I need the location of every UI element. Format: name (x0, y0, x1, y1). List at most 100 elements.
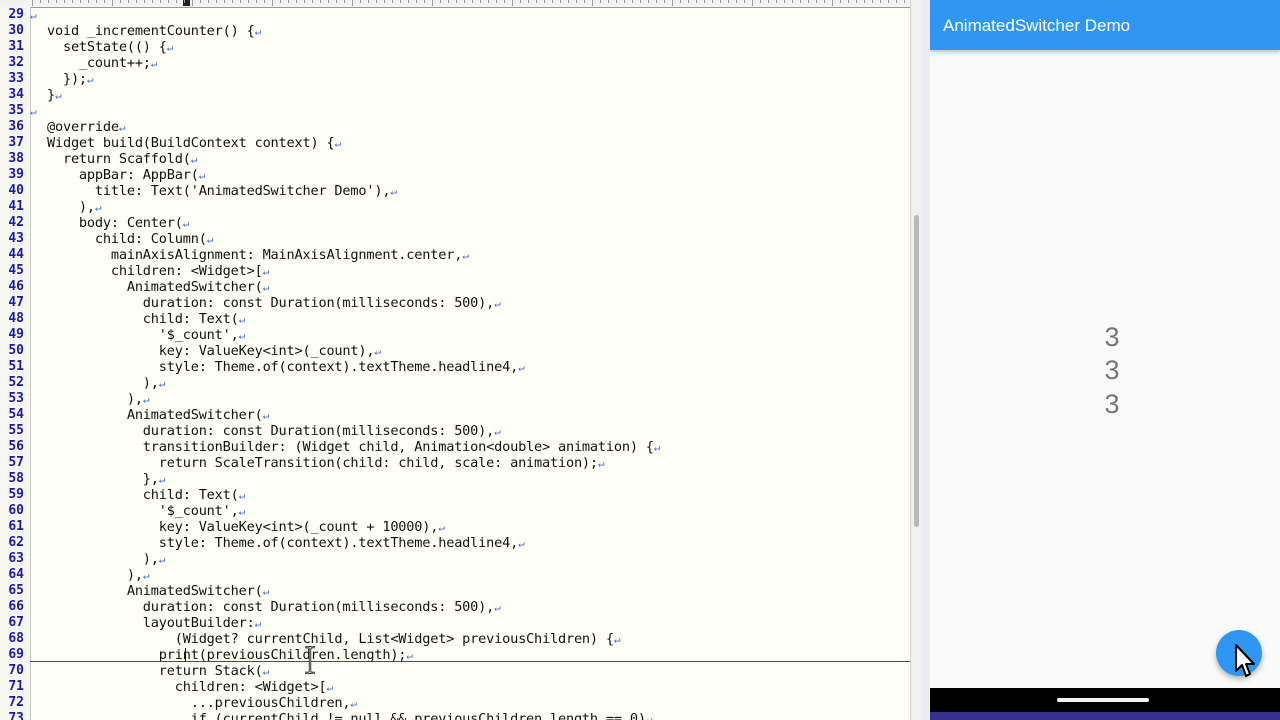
code-text[interactable]: ↵ (30, 7, 37, 24)
code-text[interactable]: ),↵ (47, 567, 150, 584)
code-line[interactable]: 38 return Scaffold(↵ (0, 151, 910, 167)
code-text[interactable]: children: <Widget>[↵ (47, 263, 269, 280)
code-line[interactable]: 65 AnimatedSwitcher(↵ (0, 583, 910, 599)
ruler-tick (272, 0, 273, 6)
code-line[interactable]: 61 key: ValueKey<int>(_count + 10000),↵ (0, 519, 910, 535)
code-text[interactable]: style: Theme.of(context).textTheme.headl… (47, 535, 525, 552)
code-text[interactable]: },↵ (47, 471, 166, 488)
code-text[interactable]: ...previousChildren,↵ (47, 695, 357, 712)
code-text[interactable]: ),↵ (47, 375, 166, 392)
code-text[interactable]: void _incrementCounter() {↵ (47, 23, 261, 40)
code-line[interactable]: 46 AnimatedSwitcher(↵ (0, 279, 910, 295)
code-line[interactable]: 44 mainAxisAlignment: MainAxisAlignment.… (0, 247, 910, 263)
code-line[interactable]: 32 _count++;↵ (0, 55, 910, 71)
code-text[interactable]: }↵ (47, 87, 62, 104)
code-line[interactable]: 42 body: Center(↵ (0, 215, 910, 231)
code-line[interactable]: 67 layoutBuilder:↵ (0, 615, 910, 631)
code-line[interactable]: 35 ↵ (0, 103, 910, 119)
code-text[interactable]: if (currentChild != null && previousChil… (47, 711, 653, 720)
code-editor[interactable]: 29 ↵ 30 void _incrementCounter() {↵ 31 setSt… (0, 0, 922, 720)
ruler-tick (600, 0, 601, 3)
code-text[interactable]: key: ValueKey<int>(_count),↵ (47, 343, 381, 360)
code-line[interactable]: 54 AnimatedSwitcher(↵ (0, 407, 910, 423)
code-text[interactable]: '$_count',↵ (47, 327, 246, 344)
code-text[interactable]: children: <Widget>[↵ (47, 679, 333, 696)
code-line[interactable]: 59 child: Text(↵ (0, 487, 910, 503)
code-line[interactable]: 56 transitionBuilder: (Widget child, Ani… (0, 439, 910, 455)
code-line[interactable]: 60 '$_count',↵ (0, 503, 910, 519)
code-line[interactable]: 57 return ScaleTransition(child: child, … (0, 455, 910, 471)
code-line[interactable]: 30 void _incrementCounter() {↵ (0, 23, 910, 39)
code-text[interactable]: duration: const Duration(milliseconds: 5… (47, 423, 501, 440)
code-text[interactable]: child: Text(↵ (47, 487, 245, 504)
code-text[interactable]: child: Column(↵ (47, 231, 213, 248)
code-text[interactable]: ),↵ (47, 199, 102, 216)
code-text[interactable]: duration: const Duration(milliseconds: 5… (47, 599, 501, 616)
code-text[interactable]: return Scaffold(↵ (47, 151, 197, 168)
code-text[interactable]: body: Center(↵ (47, 215, 189, 232)
editor-vertical-scrollbar[interactable] (910, 0, 922, 720)
scrollbar-thumb[interactable] (914, 215, 919, 527)
code-line[interactable]: 48 child: Text(↵ (0, 311, 910, 327)
ruler-tick (368, 0, 369, 3)
code-text[interactable]: _count++;↵ (47, 55, 158, 72)
code-text[interactable]: return Stack(↵ (47, 663, 269, 680)
code-line[interactable]: 37 Widget build(BuildContext context) {↵ (0, 135, 910, 151)
code-text[interactable]: transitionBuilder: (Widget child, Animat… (47, 439, 661, 456)
code-line[interactable]: 33 });↵ (0, 71, 910, 87)
code-text[interactable]: Widget build(BuildContext context) {↵ (47, 135, 341, 152)
code-text[interactable]: });↵ (47, 71, 94, 88)
code-line[interactable]: 72 ...previousChildren,↵ (0, 695, 910, 711)
code-text[interactable]: (Widget? currentChild, List<Widget> prev… (47, 631, 621, 648)
ruler-tick (400, 0, 401, 3)
code-line[interactable]: 39 appBar: AppBar(↵ (0, 167, 910, 183)
code-line[interactable]: 34}↵ (0, 87, 910, 103)
code-line[interactable]: 40 title: Text('AnimatedSwitcher Demo'),… (0, 183, 910, 199)
code-text[interactable]: ),↵ (47, 551, 166, 568)
code-text[interactable]: setState(() {↵ (47, 39, 173, 56)
code-line[interactable]: 36 @override↵ (0, 119, 910, 135)
code-line[interactable]: 31 setState(() {↵ (0, 39, 910, 55)
code-content: duration: const Duration(milliseconds: 5… (47, 295, 495, 311)
code-text[interactable]: @override↵ (47, 119, 126, 136)
code-line[interactable]: 51 style: Theme.of(context).textTheme.he… (0, 359, 910, 375)
code-line[interactable]: 55 duration: const Duration(milliseconds… (0, 423, 910, 439)
code-line[interactable]: 43 child: Column(↵ (0, 231, 910, 247)
code-text[interactable]: style: Theme.of(context).textTheme.headl… (47, 359, 525, 376)
code-line[interactable]: 63 ),↵ (0, 551, 910, 567)
code-text[interactable]: duration: const Duration(milliseconds: 5… (47, 295, 501, 312)
code-line[interactable]: 66 duration: const Duration(milliseconds… (0, 599, 910, 615)
line-return-marker: ↵ (30, 105, 37, 118)
code-text[interactable]: title: Text('AnimatedSwitcher Demo'),↵ (47, 183, 397, 200)
code-line[interactable]: 62 style: Theme.of(context).textTheme.he… (0, 535, 910, 551)
code-text[interactable]: '$_count',↵ (47, 503, 246, 520)
code-line[interactable]: 29 ↵ (0, 7, 910, 23)
code-line[interactable]: 73 if (currentChild != null && previousC… (0, 711, 910, 720)
code-line[interactable]: 47 duration: const Duration(milliseconds… (0, 295, 910, 311)
code-text[interactable]: mainAxisAlignment: MainAxisAlignment.cen… (47, 247, 469, 264)
code-line[interactable]: 58 },↵ (0, 471, 910, 487)
code-line[interactable]: 49 '$_count',↵ (0, 327, 910, 343)
code-line[interactable]: 41 ),↵ (0, 199, 910, 215)
code-text[interactable]: return ScaleTransition(child: child, sca… (47, 455, 605, 472)
code-line[interactable]: 64 ),↵ (0, 567, 910, 583)
code-text[interactable]: appBar: AppBar(↵ (47, 167, 205, 184)
code-line[interactable]: 52 ),↵ (0, 375, 910, 391)
line-number: 58 (8, 471, 24, 486)
code-text[interactable]: layoutBuilder:↵ (47, 615, 261, 632)
code-text[interactable]: AnimatedSwitcher(↵ (47, 407, 269, 424)
home-gesture-handle[interactable] (1057, 698, 1149, 702)
code-text[interactable]: AnimatedSwitcher(↵ (47, 279, 269, 296)
code-text[interactable]: AnimatedSwitcher(↵ (47, 583, 269, 600)
code-line[interactable]: 53 ),↵ (0, 391, 910, 407)
device-screen[interactable]: AnimatedSwitcher Demo 3 3 3 (930, 0, 1280, 720)
code-line[interactable]: 70 return Stack(↵ (0, 663, 910, 679)
code-line[interactable]: 50 key: ValueKey<int>(_count),↵ (0, 343, 910, 359)
code-text[interactable]: child: Text(↵ (47, 311, 245, 328)
code-text[interactable]: key: ValueKey<int>(_count + 10000),↵ (47, 519, 445, 536)
code-line[interactable]: 71 children: <Widget>[↵ (0, 679, 910, 695)
code-line[interactable]: 45 children: <Widget>[↵ (0, 263, 910, 279)
code-text[interactable]: ↵ (30, 103, 37, 120)
code-line[interactable]: 68 (Widget? currentChild, List<Widget> p… (0, 631, 910, 647)
code-text[interactable]: ),↵ (47, 391, 150, 408)
